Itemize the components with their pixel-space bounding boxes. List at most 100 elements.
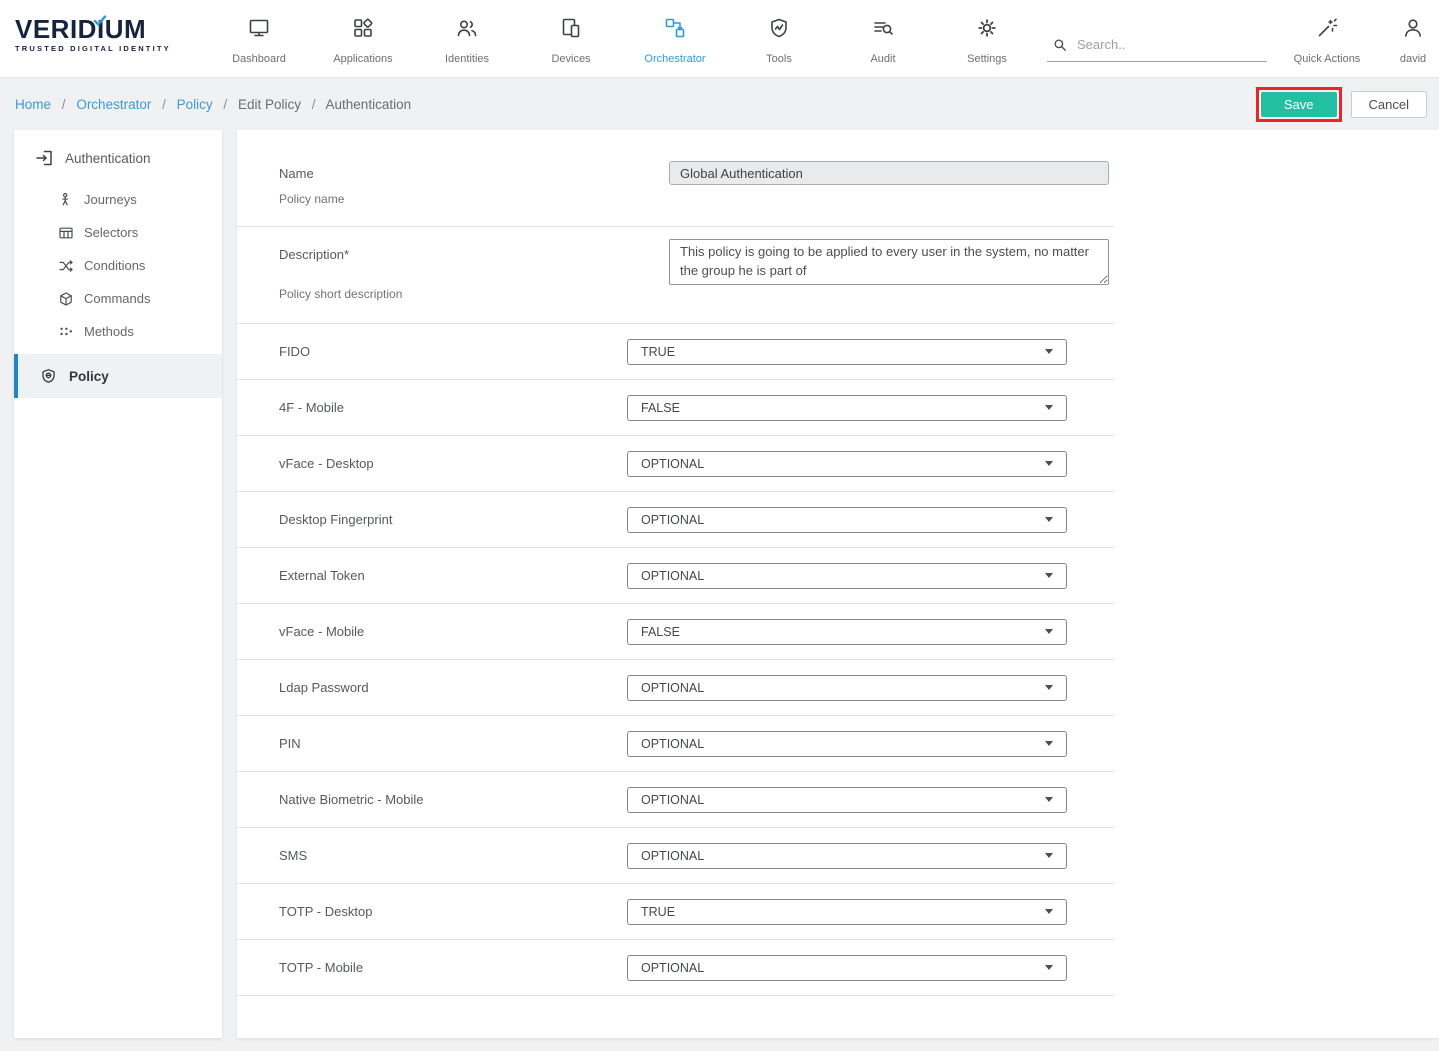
nav-devices[interactable]: Devices: [519, 0, 623, 77]
login-arrow-icon: [34, 148, 54, 168]
save-annotation-box: Save: [1256, 87, 1342, 122]
shuffle-arrows-icon: [58, 258, 74, 274]
name-label: Name: [279, 166, 314, 181]
dropdown-selected-value: OPTIONAL: [641, 513, 704, 527]
quick-actions-button[interactable]: Quick Actions: [1267, 0, 1387, 77]
policy-field-row: SMS OPTIONAL: [237, 828, 1114, 884]
magic-wand-icon: [1315, 15, 1339, 41]
chevron-down-icon: [1045, 965, 1053, 970]
nav-audit[interactable]: Audit: [831, 0, 935, 77]
monitor-icon: [247, 15, 271, 41]
nav-tools[interactable]: Tools: [727, 0, 831, 77]
main-nav: Dashboard Applications Identities Device…: [207, 0, 1039, 77]
sidebar-item-conditions[interactable]: Conditions: [14, 249, 222, 282]
nav-applications[interactable]: Applications: [311, 0, 415, 77]
field-label: 4F - Mobile: [237, 400, 627, 415]
field-dropdown[interactable]: OPTIONAL: [627, 451, 1067, 477]
chevron-down-icon: [1045, 517, 1053, 522]
chevron-down-icon: [1045, 741, 1053, 746]
logo-check-icon: [93, 5, 107, 31]
policy-edit-form: Name Policy name Description* Policy sho…: [237, 130, 1439, 1038]
dropdown-selected-value: OPTIONAL: [641, 457, 704, 471]
nav-label: Tools: [766, 53, 792, 65]
nav-settings[interactable]: Settings: [935, 0, 1039, 77]
nav-label: Settings: [967, 53, 1007, 65]
breadcrumb-separator: /: [312, 97, 316, 112]
breadcrumb: Home / Orchestrator / Policy / Edit Poli…: [15, 97, 1256, 112]
sidebar-item-label: Selectors: [84, 225, 138, 240]
user-menu[interactable]: david: [1387, 0, 1439, 77]
sidebar-item-label: Conditions: [84, 258, 145, 273]
devices-icon: [559, 15, 583, 41]
field-dropdown[interactable]: OPTIONAL: [627, 507, 1067, 533]
nav-label: Identities: [445, 53, 489, 65]
policy-field-row: Desktop Fingerprint OPTIONAL: [237, 492, 1114, 548]
breadcrumb-separator: /: [162, 97, 166, 112]
field-label: External Token: [237, 568, 627, 583]
nav-label: Orchestrator: [644, 53, 705, 65]
chevron-down-icon: [1045, 853, 1053, 858]
nav-label: Audit: [870, 53, 895, 65]
field-dropdown[interactable]: OPTIONAL: [627, 731, 1067, 757]
policy-field-row: vFace - Mobile FALSE: [237, 604, 1114, 660]
sidebar-item-methods[interactable]: Methods: [14, 315, 222, 348]
field-dropdown[interactable]: FALSE: [627, 395, 1067, 421]
policy-description-textarea[interactable]: This policy is going to be applied to ev…: [669, 239, 1109, 285]
cancel-button[interactable]: Cancel: [1351, 91, 1427, 118]
search-box: [1047, 28, 1267, 62]
sidebar-item-journeys[interactable]: Journeys: [14, 183, 222, 216]
chevron-down-icon: [1045, 685, 1053, 690]
field-dropdown[interactable]: OPTIONAL: [627, 675, 1067, 701]
field-dropdown[interactable]: OPTIONAL: [627, 563, 1067, 589]
search-icon: [1051, 36, 1069, 54]
shield-pulse-icon: [767, 15, 791, 41]
breadcrumb-separator: /: [223, 97, 227, 112]
nav-label: Devices: [551, 53, 590, 65]
dropdown-selected-value: OPTIONAL: [641, 569, 704, 583]
sidebar-item-authentication[interactable]: Authentication: [14, 130, 222, 183]
nav-identities[interactable]: Identities: [415, 0, 519, 77]
sidebar-item-selectors[interactable]: Selectors: [14, 216, 222, 249]
breadcrumb-orchestrator[interactable]: Orchestrator: [76, 97, 151, 112]
chevron-down-icon: [1045, 405, 1053, 410]
name-hint: Policy name: [279, 192, 344, 206]
policy-field-row: 4F - Mobile FALSE: [237, 380, 1114, 436]
chevron-down-icon: [1045, 909, 1053, 914]
nav-dashboard[interactable]: Dashboard: [207, 0, 311, 77]
chevron-down-icon: [1045, 573, 1053, 578]
field-label: SMS: [237, 848, 627, 863]
nav-orchestrator[interactable]: Orchestrator: [623, 0, 727, 77]
sidebar-item-commands[interactable]: Commands: [14, 282, 222, 315]
breadcrumb-policy[interactable]: Policy: [177, 97, 213, 112]
field-dropdown[interactable]: TRUE: [627, 339, 1067, 365]
breadcrumb-home[interactable]: Home: [15, 97, 51, 112]
policy-name-input[interactable]: [669, 161, 1109, 185]
chevron-down-icon: [1045, 461, 1053, 466]
field-dropdown[interactable]: OPTIONAL: [627, 787, 1067, 813]
sidebar-header-label: Authentication: [65, 151, 151, 166]
nav-label: Dashboard: [232, 53, 286, 65]
field-dropdown[interactable]: OPTIONAL: [627, 955, 1067, 981]
top-bar: VERIDIUM TRUSTED DIGITAL IDENTITY Dashbo…: [0, 0, 1439, 78]
save-button[interactable]: Save: [1261, 92, 1337, 117]
person-walking-icon: [58, 192, 74, 208]
breadcrumb-edit-policy: Edit Policy: [238, 97, 301, 112]
users-icon: [455, 15, 479, 41]
field-label: Desktop Fingerprint: [237, 512, 627, 527]
field-dropdown[interactable]: OPTIONAL: [627, 843, 1067, 869]
field-label: TOTP - Mobile: [237, 960, 627, 975]
field-dropdown[interactable]: FALSE: [627, 619, 1067, 645]
dropdown-selected-value: TRUE: [641, 345, 675, 359]
sidebar-item-policy[interactable]: Policy: [14, 354, 222, 398]
field-dropdown[interactable]: TRUE: [627, 899, 1067, 925]
policy-field-row: PIN OPTIONAL: [237, 716, 1114, 772]
search-input[interactable]: [1077, 37, 1267, 52]
page-actions: Save Cancel: [1256, 87, 1427, 122]
sidebar-item-label: Methods: [84, 324, 134, 339]
sidebar-item-label: Commands: [84, 291, 150, 306]
policy-field-row: FIDO TRUE: [237, 324, 1114, 380]
veridium-logo[interactable]: VERIDIUM TRUSTED DIGITAL IDENTITY: [15, 0, 207, 77]
sidebar-active-label: Policy: [69, 369, 109, 384]
policy-field-row: TOTP - Desktop TRUE: [237, 884, 1114, 940]
apps-grid-icon: [351, 15, 375, 41]
